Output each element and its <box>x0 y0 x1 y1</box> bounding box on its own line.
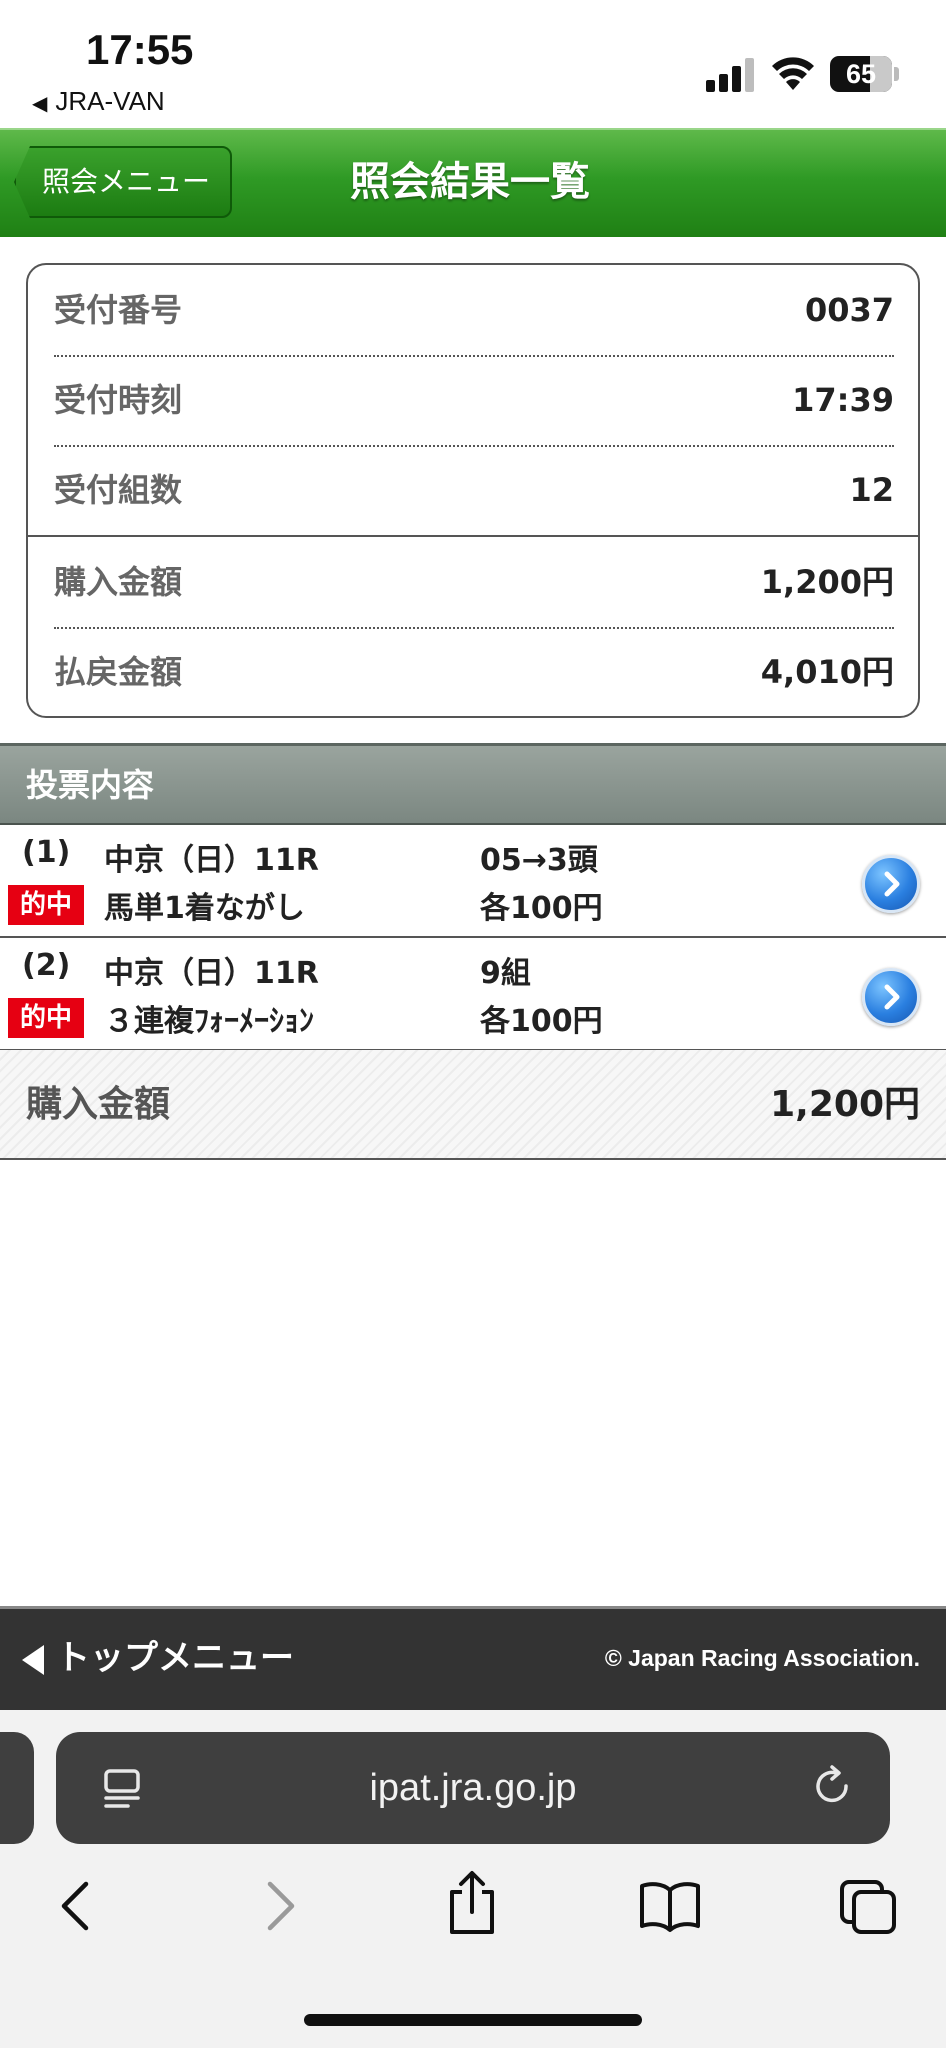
back-app-label: JRA-VAN <box>55 86 165 116</box>
vote-race: 中京（日）11R <box>104 843 319 878</box>
summary-row-purchase-amount: 購入金額 1,200円 <box>54 537 894 627</box>
bet-combination: 9組 <box>480 956 531 991</box>
footer-bar: トップメニュー © Japan Racing Association. <box>0 1606 946 1710</box>
browser-toolbar: ipat.jra.go.jp <box>0 1710 946 2048</box>
vote-race: 中京（日）11R <box>104 956 319 991</box>
address-bar[interactable]: ipat.jra.go.jp <box>56 1732 890 1844</box>
summary-label: 受付組数 <box>54 471 183 509</box>
reload-icon[interactable] <box>810 1764 856 1810</box>
bet-combination: 05→3頭 <box>480 843 598 878</box>
vote-number: (2) <box>22 948 71 983</box>
bet-amount: 各100円 <box>480 891 603 926</box>
summary-value: 1,200円 <box>760 563 894 601</box>
vote-content-section-header: 投票内容 <box>0 743 946 825</box>
vote-row[interactable]: (2) 中京（日）11R 的中 ３連複ﾌｫｰﾒｰｼｮﾝ 9組 各100円 <box>0 938 946 1051</box>
cellular-signal-icon <box>706 58 756 92</box>
status-bar: 17:55 ◀ JRA-VAN 65 <box>0 0 946 128</box>
summary-row-receipt-time: 受付時刻 17:39 <box>54 355 894 445</box>
battery-nub <box>894 67 899 81</box>
summary-label: 払戻金額 <box>54 653 183 691</box>
back-to-app[interactable]: ◀ JRA-VAN <box>32 86 165 117</box>
summary-card: 受付番号 0037 受付時刻 17:39 受付組数 12 購入金額 1,200円… <box>26 263 920 718</box>
bet-type: 馬単1着ながし <box>104 891 305 926</box>
hit-badge: 的中 <box>8 885 84 925</box>
copyright: © Japan Racing Association. <box>604 1645 920 1671</box>
inquiry-menu-back-button[interactable]: 照会メニュー <box>14 146 232 218</box>
tabs-icon[interactable] <box>838 1878 900 1936</box>
total-purchase-bar: 購入金額 1,200円 <box>0 1050 946 1160</box>
summary-value: 0037 <box>804 291 894 329</box>
summary-label: 受付時刻 <box>54 381 183 419</box>
wifi-icon <box>772 57 814 90</box>
summary-row-payout-amount: 払戻金額 4,010円 <box>54 627 894 716</box>
battery-icon: 65 <box>830 56 892 92</box>
summary-value: 17:39 <box>792 381 894 419</box>
battery-percent: 65 <box>845 59 877 89</box>
left-triangle-icon <box>22 1644 44 1675</box>
status-time: 17:55 <box>86 26 194 73</box>
total-value: 1,200円 <box>770 1084 920 1125</box>
vote-number: (1) <box>22 835 71 870</box>
summary-value: 12 <box>849 471 894 509</box>
previous-tab-peek[interactable] <box>0 1732 34 1844</box>
chevron-right-icon[interactable] <box>862 968 920 1026</box>
share-icon[interactable] <box>444 1870 500 1936</box>
back-triangle-icon: ◀ <box>32 93 48 115</box>
total-label: 購入金額 <box>26 1084 171 1125</box>
back-chevron-icon[interactable] <box>52 1878 102 1934</box>
page-header: 照会メニュー 照会結果一覧 <box>0 128 946 237</box>
bet-amount: 各100円 <box>480 1004 603 1039</box>
url-text: ipat.jra.go.jp <box>369 1767 577 1809</box>
vote-row[interactable]: (1) 中京（日）11R 的中 馬単1着ながし 05→3頭 各100円 <box>0 825 946 938</box>
summary-label: 購入金額 <box>54 563 183 601</box>
hit-badge: 的中 <box>8 998 84 1038</box>
summary-row-set-count: 受付組数 12 <box>54 445 894 535</box>
chevron-right-icon[interactable] <box>862 855 920 913</box>
forward-chevron-icon[interactable] <box>254 1878 304 1934</box>
summary-label: 受付番号 <box>54 291 183 329</box>
home-indicator <box>304 2014 642 2026</box>
summary-row-receipt-number: 受付番号 0037 <box>54 265 894 355</box>
bookmarks-icon[interactable] <box>638 1878 702 1934</box>
summary-value: 4,010円 <box>760 653 894 691</box>
top-menu-label: トップメニュー <box>56 1638 294 1678</box>
top-menu-link[interactable]: トップメニュー <box>22 1609 294 1707</box>
page-title: 照会結果一覧 <box>350 159 590 205</box>
bet-type: ３連複ﾌｫｰﾒｰｼｮﾝ <box>104 1004 314 1039</box>
